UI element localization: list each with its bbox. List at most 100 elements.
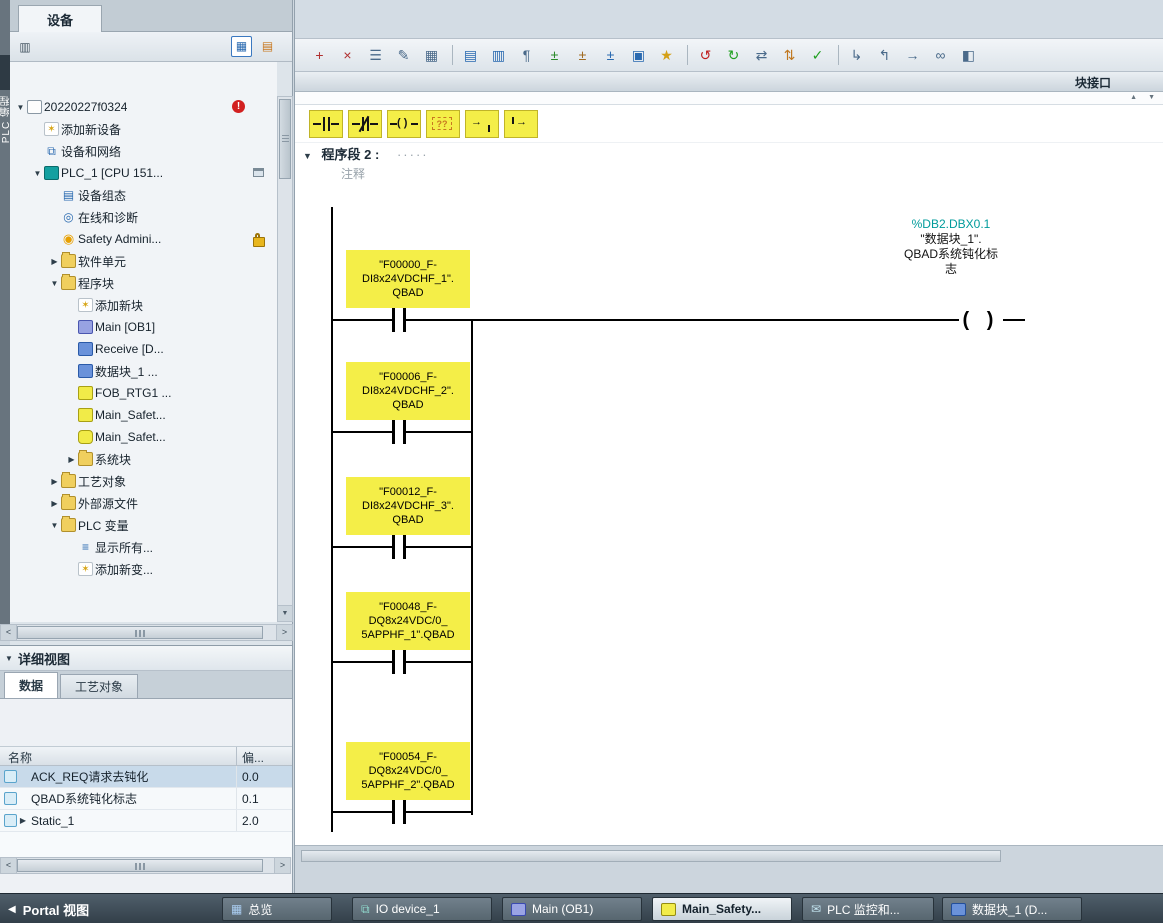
details-row-qbad-flag[interactable]: QBAD系统钝化标志0.1 (0, 788, 292, 810)
tree-expander[interactable]: ▶ (48, 499, 61, 508)
row-expander[interactable]: ▶ (17, 816, 29, 825)
favorite-contact-open-button[interactable] (309, 110, 343, 138)
cross-references-icon[interactable]: ∞ (928, 43, 953, 68)
contact-operand-label-1[interactable]: "F00000_F-DI8x24VDCHF_1".QBAD (346, 250, 470, 308)
details-row-ack-req[interactable]: ACK_REQ请求去钝化0.0 (0, 766, 292, 788)
details-horizontal-scrollbar[interactable]: < > (0, 857, 291, 874)
tree-expander[interactable]: ▼ (48, 279, 61, 288)
next-error-icon[interactable]: ↻ (721, 43, 746, 68)
tree-vscroll-down-button[interactable]: ▼ (278, 605, 292, 621)
tree-item-plc-1[interactable]: ▼PLC_1 [CPU 151... (10, 162, 277, 184)
split-editor-icon[interactable]: ◧ (956, 43, 981, 68)
contact-4[interactable] (392, 650, 406, 674)
previous-error-icon[interactable]: ↺ (693, 43, 718, 68)
close-all-networks-icon[interactable]: ▥ (486, 43, 511, 68)
tree-item-main-safety-ob[interactable]: Main_Safet... (10, 404, 277, 426)
taskbar-button-io-device-1[interactable]: ⧉IO device_1 (352, 897, 492, 921)
tree-expander[interactable]: ▼ (31, 169, 44, 178)
contact-2[interactable] (392, 420, 406, 444)
tree-item-add-new-tag[interactable]: ✶添加新变... (10, 558, 277, 580)
delete-network-icon[interactable]: × (335, 43, 360, 68)
open-branch-icon[interactable]: ↳ (844, 43, 869, 68)
block-interface-bar[interactable]: 块接口 (295, 72, 1163, 92)
contact-3[interactable] (392, 535, 406, 559)
tree-view-icon[interactable]: ▥ (16, 38, 34, 56)
tab-technology-objects[interactable]: 工艺对象 (60, 674, 138, 698)
output-coil[interactable]: ( ) (959, 305, 1003, 335)
compile-block-icon[interactable]: ✓ (805, 43, 830, 68)
tree-item-device-configuration[interactable]: ▤设备组态 (10, 184, 277, 206)
paste-element-icon[interactable]: ▦ (419, 43, 444, 68)
open-all-networks-icon[interactable]: ▤ (458, 43, 483, 68)
favorite-empty-box-button[interactable]: ?? (426, 110, 460, 138)
details-view-header[interactable]: ▼ 详细视图 (0, 646, 292, 671)
tab-data[interactable]: 数据 (4, 672, 58, 698)
update-block-calls-icon[interactable]: ⇄ (749, 43, 774, 68)
tree-item-safety-administration[interactable]: ◉Safety Admini... (10, 228, 277, 250)
tree-item-software-units[interactable]: ▶软件单元 (10, 250, 277, 272)
favorite-coil-button[interactable]: ( ) (387, 110, 421, 138)
favorite-contact-closed-button[interactable] (348, 110, 382, 138)
favorites-pane-icon[interactable]: ▣ (626, 43, 651, 68)
tree-expander[interactable]: ▼ (48, 521, 61, 530)
contact-operand-label-5[interactable]: "F00054_F-DQ8x24VDC/0_5APPHF_2".QBAD (346, 742, 470, 800)
tree-item-add-new-device[interactable]: ✶添加新设备 (10, 118, 277, 140)
editor-hscroll-thumb[interactable] (301, 850, 1001, 862)
scroll-right-button[interactable]: > (274, 858, 290, 873)
contact-operand-label-4[interactable]: "F00048_F-DQ8x24VDC/0_5APPHF_1".QBAD (346, 592, 470, 650)
tree-vertical-scrollbar[interactable]: ▼ (277, 96, 293, 622)
contact-operand-label-2[interactable]: "F00006_F-DI8x24VDCHF_2".QBAD (346, 362, 470, 420)
tree-expander[interactable]: ▶ (65, 455, 78, 464)
symbolic-operands-icon[interactable]: ± (570, 43, 595, 68)
tree-item-main-ob1[interactable]: Main [OB1] (10, 316, 277, 338)
contact-5[interactable] (392, 800, 406, 824)
details-row-static-1[interactable]: ▶Static_12.0 (0, 810, 292, 832)
tree-vscroll-thumb[interactable] (279, 99, 291, 179)
tree-item-add-new-block[interactable]: ✶添加新块 (10, 294, 277, 316)
contact-1[interactable] (392, 308, 406, 332)
tree-item-receive-db[interactable]: Receive [D... (10, 338, 277, 360)
tree-expander[interactable]: ▶ (48, 477, 61, 486)
insert-row-icon[interactable]: ☰ (363, 43, 388, 68)
tree-expander[interactable]: ▶ (48, 257, 61, 266)
scroll-left-button[interactable]: < (1, 625, 17, 640)
splitter-up-icon[interactable]: ▲ (1130, 94, 1137, 101)
goto-usage-icon[interactable]: → (900, 43, 925, 68)
splitter-down-icon[interactable]: ▼ (1148, 94, 1155, 101)
tree-item-technology-objects[interactable]: ▶工艺对象 (10, 470, 277, 492)
tree-item-fob-rtg1[interactable]: FOB_RTG1 ... (10, 382, 277, 404)
scroll-left-button[interactable]: < (1, 858, 17, 873)
tree-expander[interactable]: ▼ (14, 103, 27, 112)
taskbar-button-plc-monitoring[interactable]: ✉PLC 监控和... (802, 897, 934, 921)
tree-item-devices-and-networks[interactable]: ⧉设备和网络 (10, 140, 277, 162)
overview-button[interactable]: ▤ (257, 36, 278, 57)
tree-item-system-blocks[interactable]: ▶系统块 (10, 448, 277, 470)
contact-operand-label-3[interactable]: "F00012_F-DI8x24VDCHF_3".QBAD (346, 477, 470, 535)
rename-operands-icon[interactable]: ✎ (391, 43, 416, 68)
network-header[interactable]: ▼ 程序段 2 : ····· (303, 144, 429, 163)
tree-item-online-and-diagnostics[interactable]: ◎在线和诊断 (10, 206, 277, 228)
tree-item-project-root[interactable]: ▼20220227f0324! (10, 96, 277, 118)
tree-item-program-blocks[interactable]: ▼程序块 (10, 272, 277, 294)
tree-item-external-source-files[interactable]: ▶外部源文件 (10, 492, 277, 514)
tree-horizontal-scrollbar[interactable]: < > (0, 624, 293, 641)
coil-operand-label[interactable]: %DB2.DBX0.1"数据块_1".QBAD系统钝化标志 (866, 217, 1036, 277)
tree-hscroll-thumb[interactable] (17, 626, 263, 639)
insert-network-icon[interactable]: + (307, 43, 332, 68)
update-inconsistent-calls-icon[interactable]: ⇅ (777, 43, 802, 68)
devices-tab[interactable]: 设备 (18, 5, 102, 32)
tree-item-data-block-1[interactable]: 数据块_1 ... (10, 360, 277, 382)
taskbar-button-main-safety[interactable]: Main_Safety... (652, 897, 792, 921)
favorites-star-icon[interactable]: ★ (654, 43, 679, 68)
network-comment[interactable]: 注释 (341, 165, 365, 182)
favorite-open-branch-button[interactable]: → (465, 110, 499, 138)
portal-view-button[interactable]: ◀ Portal 视图 (8, 900, 89, 919)
taskbar-button-overview[interactable]: ▦总览 (222, 897, 332, 921)
tree-item-main-safety-db[interactable]: Main_Safet... (10, 426, 277, 448)
close-branch-icon[interactable]: ↰ (872, 43, 897, 68)
tree-item-show-all-tags[interactable]: ≡显示所有... (10, 536, 277, 558)
favorite-close-branch-button[interactable]: → (504, 110, 538, 138)
network-comments-icon[interactable]: ¶ (514, 43, 539, 68)
taskbar-button-data-block-1[interactable]: 数据块_1 (D... (942, 897, 1082, 921)
collapse-icon[interactable]: ▼ (0, 654, 18, 663)
